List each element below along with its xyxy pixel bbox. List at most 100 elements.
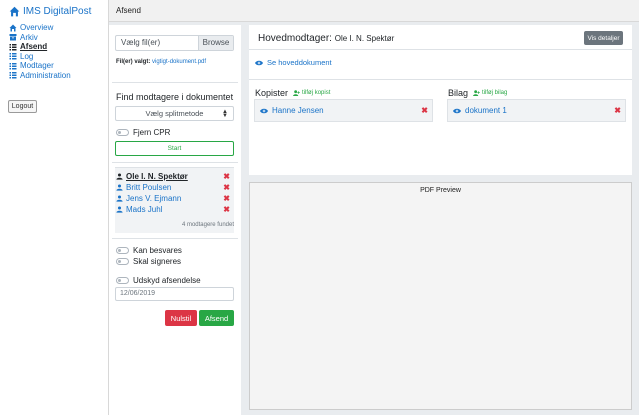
divider bbox=[112, 162, 238, 163]
app-brand[interactable]: IMS DigitalPost bbox=[9, 6, 91, 17]
logout-button[interactable]: Logout bbox=[8, 100, 37, 113]
remove-recipient-icon[interactable]: ✖ bbox=[223, 183, 230, 192]
nav-item-overview[interactable]: Overview bbox=[9, 23, 71, 33]
home-icon bbox=[9, 6, 20, 17]
view-main-document-label: Se hoveddokument bbox=[267, 58, 332, 67]
delay-send-toggle[interactable] bbox=[116, 277, 129, 284]
remove-recipient-icon[interactable]: ✖ bbox=[223, 205, 230, 214]
nav-item-log[interactable]: Log bbox=[9, 52, 71, 62]
can-reply-toggle[interactable] bbox=[116, 247, 129, 254]
find-recipients-heading: Find modtagere i dokumentet bbox=[116, 92, 234, 102]
recipient-name: Jens V. Ejmann bbox=[126, 194, 182, 203]
pdf-preview-title: PDF Preview bbox=[420, 187, 461, 194]
user-icon bbox=[116, 206, 123, 213]
nav-item-label: Log bbox=[20, 51, 34, 61]
nav-item-label: Arkiv bbox=[20, 32, 38, 42]
show-details-button[interactable]: Vis detaljer bbox=[584, 31, 623, 45]
recipient-row[interactable]: Jens V. Ejmann ✖ bbox=[115, 193, 234, 204]
list-icon bbox=[9, 62, 17, 70]
remove-cpr-row: Fjern CPR bbox=[116, 128, 170, 137]
can-reply-row: Kan besvares bbox=[116, 246, 182, 255]
file-input-placeholder: Vælg fil(er) bbox=[121, 38, 161, 47]
divider bbox=[249, 79, 632, 80]
nav-item-label: Administration bbox=[20, 70, 71, 80]
copies-heading-label: Kopister bbox=[255, 88, 289, 98]
remove-recipient-icon[interactable]: ✖ bbox=[223, 194, 230, 203]
app-title: IMS DigitalPost bbox=[23, 6, 92, 17]
recipient-name: Ole I. N. Spektør bbox=[126, 172, 188, 181]
recipient-row[interactable]: Ole I. N. Spektør ✖ bbox=[115, 171, 234, 182]
browse-button[interactable]: Browse bbox=[198, 36, 233, 50]
nav-item-label: Overview bbox=[20, 23, 54, 33]
split-method-select[interactable]: Vælg splitmetode ▲ ▼ bbox=[115, 106, 234, 121]
add-attachment-label: tilføj bilag bbox=[482, 90, 508, 96]
file-chosen-link[interactable]: vigtigt-dokument.pdf bbox=[152, 59, 206, 65]
send-button[interactable]: Afsend bbox=[199, 310, 234, 326]
remove-attachment-icon[interactable]: ✖ bbox=[614, 106, 621, 115]
copies-heading: Kopister tilføj kopist bbox=[255, 88, 330, 98]
nav-item-administration[interactable]: Administration bbox=[9, 71, 71, 81]
nav-item-label: Afsend bbox=[20, 42, 48, 52]
remove-cpr-toggle[interactable] bbox=[116, 129, 129, 136]
remove-recipient-icon[interactable]: ✖ bbox=[223, 172, 230, 181]
nav-item-arkiv[interactable]: Arkiv bbox=[9, 33, 71, 43]
pdf-preview[interactable] bbox=[249, 182, 632, 410]
user-icon bbox=[116, 184, 123, 191]
divider bbox=[112, 238, 238, 239]
copy-item[interactable]: Hanne Jensen ✖ bbox=[254, 99, 433, 122]
file-chosen-label: Fil(er) valgt: bbox=[116, 59, 151, 65]
divider bbox=[112, 82, 238, 83]
recipient-name: Britt Poulsen bbox=[126, 183, 172, 192]
recipient-name: Mads Juhl bbox=[126, 205, 163, 214]
user-icon bbox=[116, 173, 123, 180]
add-copy-label: tilføj kopist bbox=[302, 90, 331, 96]
add-copy-link[interactable]: tilføj kopist bbox=[293, 90, 330, 96]
nav-item-afsend[interactable]: Afsend bbox=[9, 42, 71, 52]
attachment-item[interactable]: dokument 1 ✖ bbox=[447, 99, 626, 122]
main-recipient-heading: Hovedmodtager: Ole I. N. Spektør bbox=[258, 33, 394, 44]
recipient-row[interactable]: Britt Poulsen ✖ bbox=[115, 182, 234, 193]
file-input[interactable]: Vælg fil(er) Browse bbox=[115, 35, 234, 51]
main-recipient-name: Ole I. N. Spektør bbox=[334, 34, 395, 43]
home-icon bbox=[9, 24, 17, 32]
attachments-heading: Bilag tilføj bilag bbox=[448, 88, 507, 98]
view-main-document-link[interactable]: Se hoveddokument bbox=[255, 58, 332, 67]
main-recipient-label: Hovedmodtager: bbox=[258, 33, 332, 44]
send-date-input[interactable]: 12/06/2019 bbox=[115, 287, 234, 301]
delay-send-row: Udskyd afsendelse bbox=[116, 276, 201, 285]
must-sign-row: Skal signeres bbox=[116, 257, 181, 266]
reset-button[interactable]: Nulstil bbox=[165, 310, 197, 326]
eye-icon bbox=[453, 108, 461, 113]
split-method-value: Vælg splitmetode bbox=[145, 109, 204, 118]
remove-cpr-label: Fjern CPR bbox=[133, 128, 171, 137]
add-attachment-link[interactable]: tilføj bilag bbox=[473, 90, 507, 96]
must-sign-toggle[interactable] bbox=[116, 258, 129, 265]
add-user-icon bbox=[293, 90, 300, 96]
list-icon bbox=[9, 53, 17, 60]
recipient-row[interactable]: Mads Juhl ✖ bbox=[115, 204, 234, 215]
sidebar: IMS DigitalPost Overview Arkiv Afsend Lo… bbox=[0, 0, 108, 415]
copy-name: Hanne Jensen bbox=[272, 106, 324, 115]
nav-list: Overview Arkiv Afsend Log Modtager Admin… bbox=[9, 23, 71, 80]
eye-icon bbox=[260, 108, 268, 113]
file-chosen-text: Fil(er) valgt: vigtigt-dokument.pdf bbox=[116, 59, 206, 65]
can-reply-label: Kan besvares bbox=[133, 246, 182, 255]
recipient-count: 4 modtagere fundet bbox=[181, 222, 234, 228]
nav-item-modtager[interactable]: Modtager bbox=[9, 61, 71, 71]
list-icon bbox=[9, 43, 17, 51]
attachment-name: dokument 1 bbox=[465, 106, 507, 115]
remove-copy-icon[interactable]: ✖ bbox=[421, 106, 428, 115]
page-header: Afsend bbox=[108, 0, 639, 22]
archive-icon bbox=[9, 34, 17, 41]
attachments-heading-label: Bilag bbox=[448, 88, 469, 98]
user-icon bbox=[116, 195, 123, 202]
page-title: Afsend bbox=[116, 6, 141, 15]
must-sign-label: Skal signeres bbox=[133, 257, 182, 266]
add-user-icon bbox=[473, 90, 480, 96]
select-caret-icon: ▲ ▼ bbox=[222, 109, 228, 119]
nav-item-label: Modtager bbox=[20, 61, 54, 71]
divider bbox=[249, 49, 632, 50]
list-icon bbox=[9, 72, 17, 79]
start-button[interactable]: Start bbox=[115, 141, 234, 156]
delay-send-label: Udskyd afsendelse bbox=[133, 276, 201, 285]
